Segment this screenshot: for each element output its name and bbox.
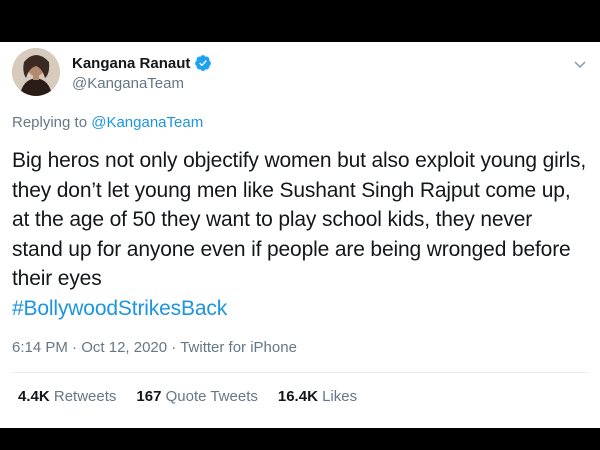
- chevron-down-icon[interactable]: [572, 56, 588, 72]
- likes-label: Likes: [322, 388, 358, 405]
- retweets-stat[interactable]: 4.4K Retweets: [18, 388, 116, 405]
- tweet-card: Kangana Ranaut @KanganaTeam Replying to …: [0, 42, 600, 428]
- user-handle[interactable]: @KanganaTeam: [72, 75, 184, 92]
- tweet-date[interactable]: Oct 12, 2020: [81, 339, 167, 356]
- divider: [12, 372, 588, 373]
- meta-separator: ·: [67, 339, 82, 356]
- quote-tweets-label: Quote Tweets: [165, 388, 258, 405]
- verified-badge-icon: [194, 54, 212, 72]
- quote-tweets-count: 167: [136, 388, 162, 405]
- tweet-meta: 6:14 PM · Oct 12, 2020 · Twitter for iPh…: [12, 339, 297, 356]
- likes-stat[interactable]: 16.4K Likes: [278, 388, 357, 405]
- profile-photo-icon: [12, 48, 60, 96]
- tweet-body: Big heros not only objectify women but a…: [12, 149, 587, 290]
- hashtag-link[interactable]: #BollywoodStrikesBack: [12, 297, 227, 320]
- engagement-stats: 4.4K Retweets 167 Quote Tweets 16.4K Lik…: [18, 388, 357, 405]
- reply-mention-link[interactable]: @KanganaTeam: [91, 114, 203, 131]
- tweet-source[interactable]: Twitter for iPhone: [180, 339, 297, 356]
- black-frame: Kangana Ranaut @KanganaTeam Replying to …: [0, 0, 600, 450]
- retweets-label: Retweets: [53, 388, 117, 405]
- avatar[interactable]: [12, 48, 60, 96]
- replying-to-line: Replying to @KanganaTeam: [12, 114, 203, 131]
- quote-tweets-stat[interactable]: 167 Quote Tweets: [136, 388, 257, 405]
- name-row: Kangana Ranaut: [72, 54, 212, 72]
- display-name[interactable]: Kangana Ranaut: [72, 55, 190, 72]
- tweet-time[interactable]: 6:14 PM: [12, 339, 68, 356]
- retweets-count: 4.4K: [18, 388, 50, 405]
- meta-separator: ·: [167, 339, 181, 356]
- tweet-text: Big heros not only objectify women but a…: [12, 146, 588, 323]
- likes-count: 16.4K: [277, 388, 318, 405]
- replying-to-label: Replying to: [12, 114, 92, 131]
